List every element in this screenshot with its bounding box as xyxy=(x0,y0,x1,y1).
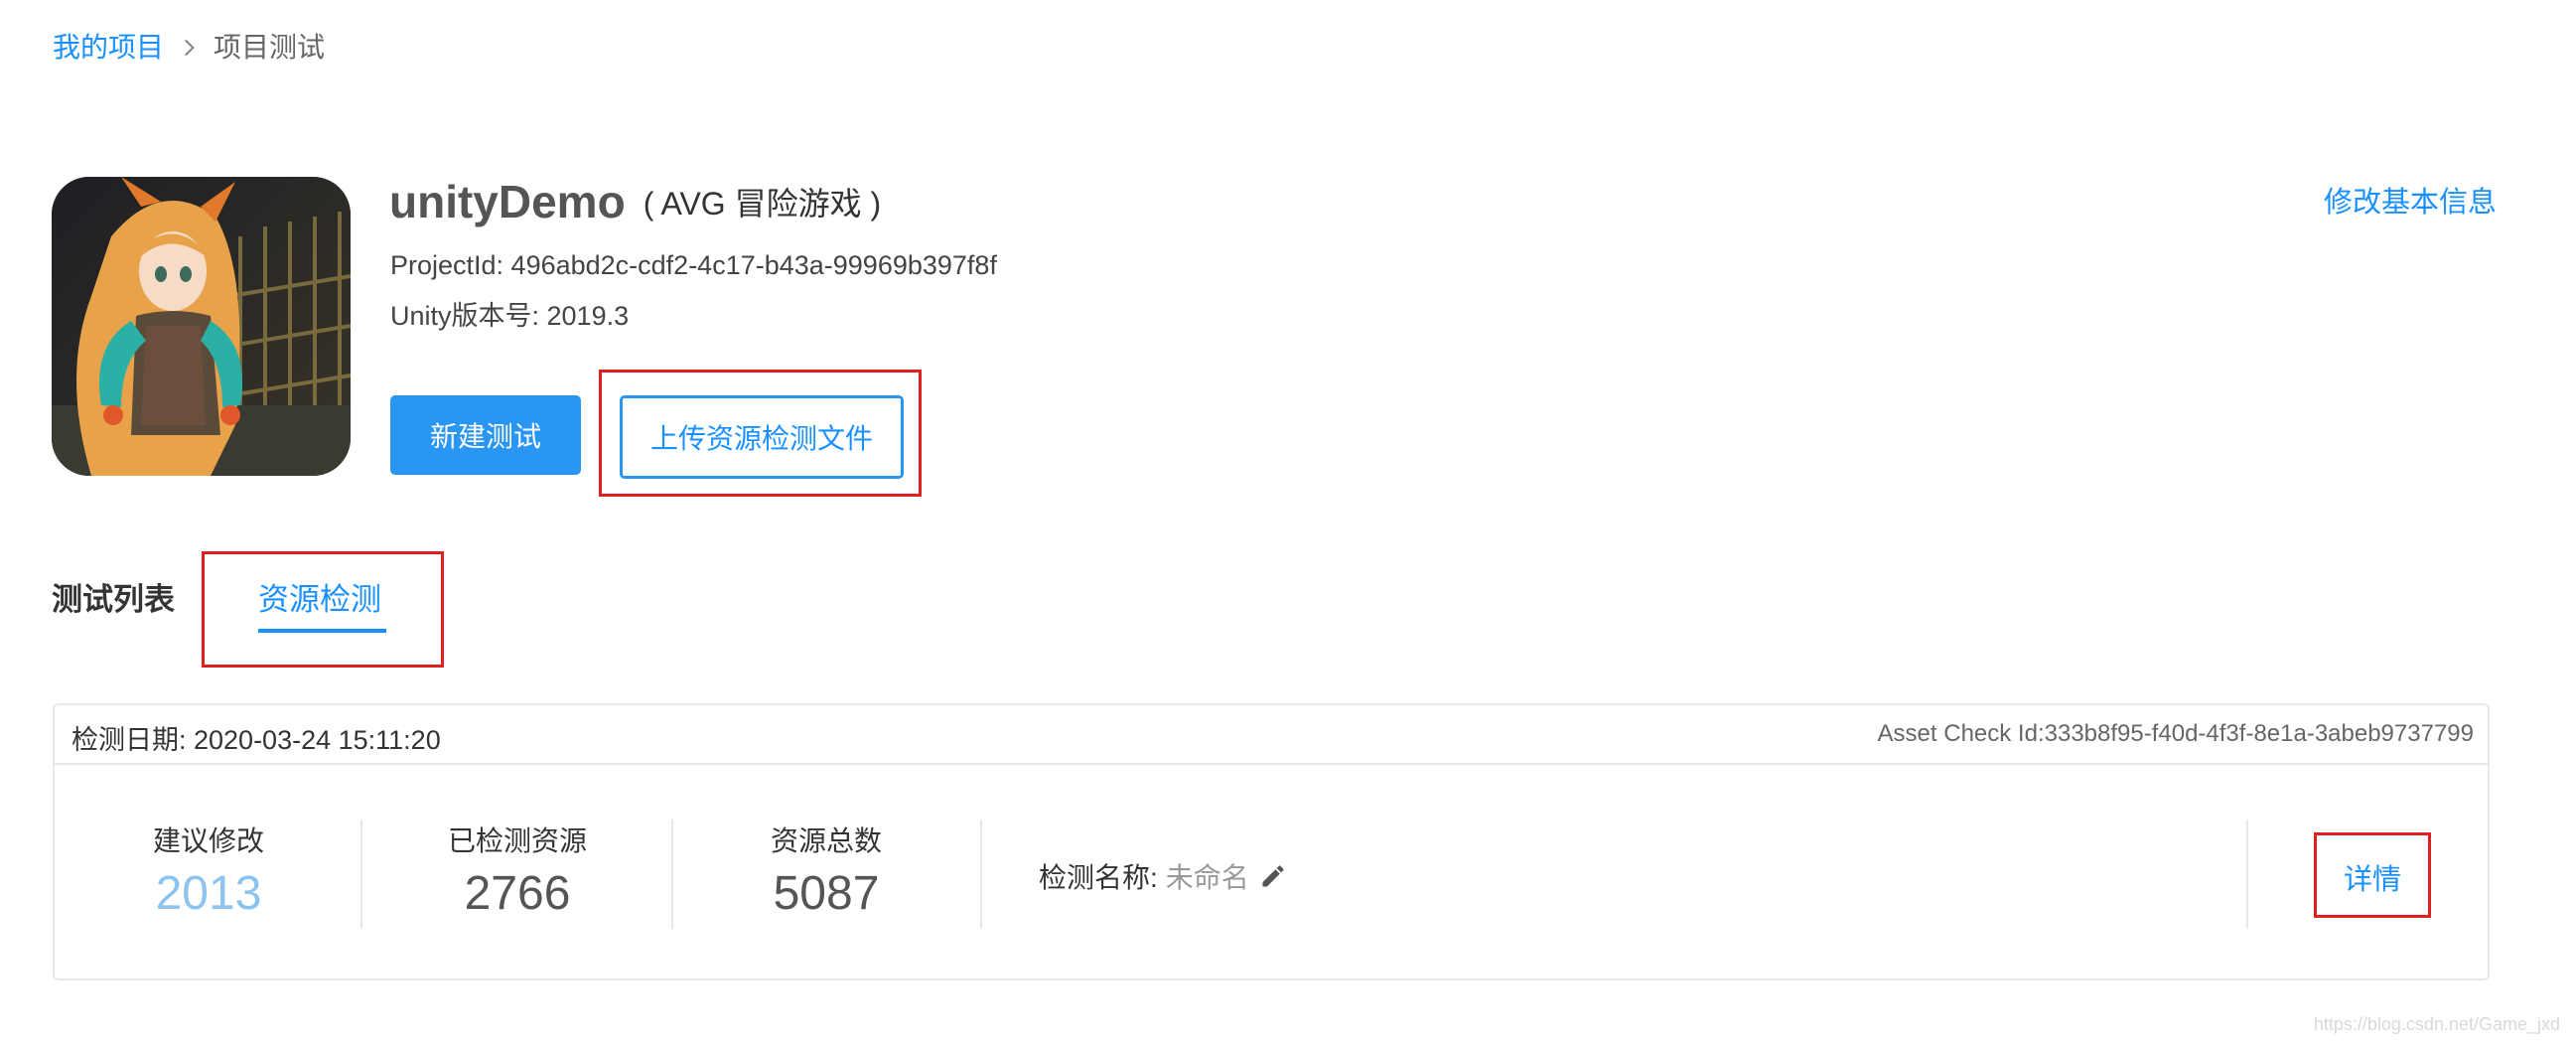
stat-value-checked-assets: 2766 xyxy=(464,867,571,920)
breadcrumb-my-projects[interactable]: 我的项目 xyxy=(53,30,164,66)
project-genre: ( AVG 冒险游戏 ) xyxy=(643,186,882,222)
chevron-right-icon xyxy=(184,39,195,57)
highlight-box-details xyxy=(2314,832,2431,918)
breadcrumb-current: 项目测试 xyxy=(214,32,326,63)
unity-version: Unity版本号: 2019.3 xyxy=(390,301,630,331)
breadcrumb: 我的项目 项目测试 xyxy=(53,30,325,66)
check-name-label: 检测名称: xyxy=(1039,862,1158,893)
project-title: unityDemo ( AVG 冒险游戏 ) xyxy=(389,175,881,228)
check-name-value: 未命名 xyxy=(1165,862,1249,893)
asset-check-id: Asset Check Id:333b8f95-f40d-4f3f-8e1a-3… xyxy=(1877,720,2474,747)
new-test-button[interactable]: 新建测试 xyxy=(390,395,581,475)
edit-pencil-icon[interactable] xyxy=(1259,862,1287,890)
highlight-box-tab xyxy=(202,551,444,668)
check-date: 检测日期: 2020-03-24 15:11:20 xyxy=(72,725,441,755)
watermark: https://blog.csdn.net/Game_jxd xyxy=(2313,1014,2560,1034)
project-id: ProjectId: 496abd2c-cdf2-4c17-b43a-99969… xyxy=(390,250,997,280)
stat-divider xyxy=(980,820,982,929)
project-avatar xyxy=(52,177,351,476)
check-name-row: 检测名称: 未命名 xyxy=(1039,856,1287,896)
stat-value-suggested-changes: 2013 xyxy=(155,867,262,920)
edit-basic-info-link[interactable]: 修改基本信息 xyxy=(2324,179,2497,221)
tab-test-list[interactable]: 测试列表 xyxy=(52,574,175,619)
stat-divider xyxy=(2246,820,2248,929)
stat-label-total-assets: 资源总数 xyxy=(770,825,882,856)
stat-label-suggested-changes: 建议修改 xyxy=(152,825,264,856)
highlight-box-upload xyxy=(599,370,922,497)
stat-divider xyxy=(360,820,362,929)
stat-divider xyxy=(671,820,673,929)
project-name: unityDemo xyxy=(389,176,626,227)
stat-value-total-assets: 5087 xyxy=(773,867,880,920)
stat-label-checked-assets: 已检测资源 xyxy=(447,825,587,856)
